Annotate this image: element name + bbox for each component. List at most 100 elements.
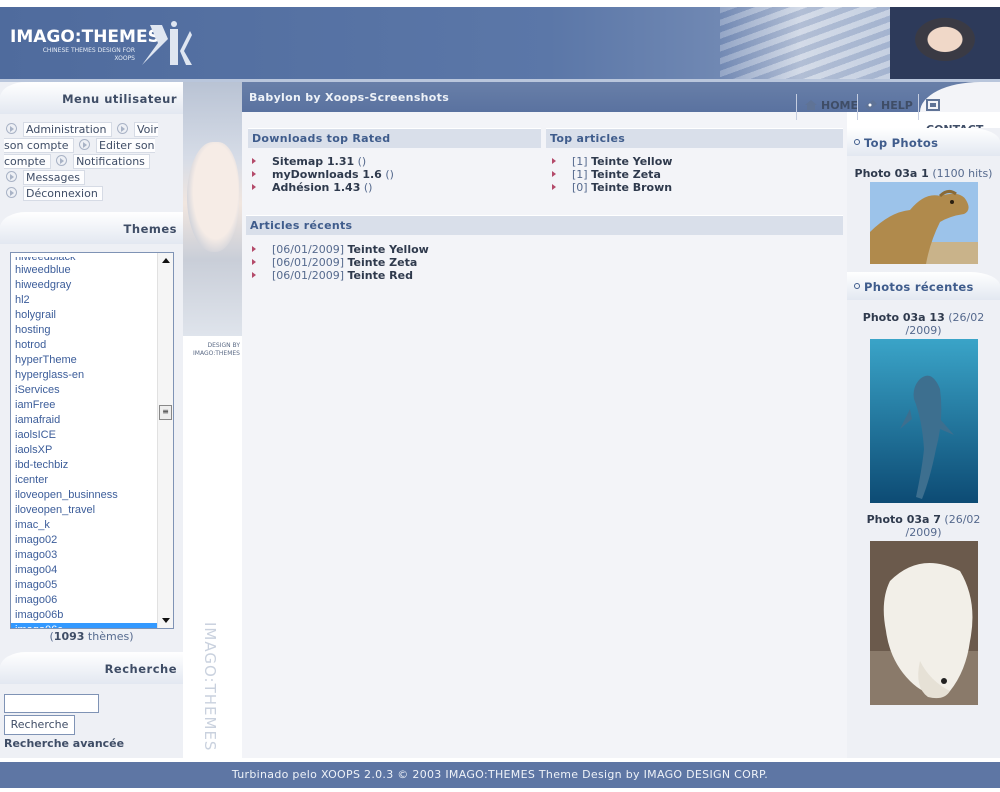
theme-option[interactable]: iamafraid — [11, 413, 158, 428]
arrow-bullet-icon — [252, 246, 256, 252]
photo-title[interactable]: Photo 03a 1 — [855, 167, 929, 180]
themes-scrollbar[interactable]: ≡ — [157, 253, 173, 628]
circle-bullet-icon — [854, 283, 860, 289]
item-title[interactable]: Teinte Yellow — [591, 155, 672, 168]
arrow-bullet-icon — [252, 171, 256, 177]
item-title[interactable]: Adhésion 1.43 — [272, 181, 360, 194]
bullet-icon — [117, 123, 128, 134]
recent-photo-caption[interactable]: Photo 03a 13 (26/02 /2009) — [847, 311, 1000, 337]
item-title[interactable]: Teinte Zeta — [347, 256, 417, 269]
search-input[interactable] — [4, 694, 99, 713]
bullet-icon — [6, 171, 17, 182]
theme-option[interactable]: imac_k — [11, 518, 158, 533]
recent-photos-header: Photos récentes — [847, 272, 1000, 300]
theme-option[interactable]: hyperglass-en — [11, 368, 158, 383]
camel-photo[interactable] — [869, 182, 978, 264]
item-meta: () — [363, 181, 373, 194]
design-by-label: DESIGN BY IMAGO:THEMES — [193, 342, 240, 357]
theme-option[interactable]: imago06b — [11, 608, 158, 623]
list-item[interactable]: [06/01/2009] Teinte Red — [252, 269, 413, 282]
recent-photo-caption[interactable]: Photo 03a 7 (26/02 /2009) — [847, 513, 1000, 539]
theme-option[interactable]: icenter — [11, 473, 158, 488]
nav-separator — [796, 94, 797, 120]
item-title[interactable]: Teinte Red — [347, 269, 412, 282]
advanced-search-link[interactable]: Recherche avancée — [4, 737, 124, 750]
list-item[interactable]: Sitemap 1.31 () — [252, 155, 366, 168]
theme-option[interactable]: hosting — [11, 323, 158, 338]
arrow-bullet-icon — [552, 184, 556, 190]
bullet-icon — [79, 139, 90, 150]
circle-bullet-icon — [854, 139, 860, 145]
item-title[interactable]: Teinte Zeta — [591, 168, 661, 181]
strip-face-image — [187, 142, 239, 252]
item-title[interactable]: Sitemap 1.31 — [272, 155, 354, 168]
main-content: Babylon by Xoops-Screenshots Downloads t… — [242, 82, 1000, 758]
menu-link-messages[interactable]: Messages — [23, 170, 85, 185]
theme-option[interactable]: imago05 — [11, 578, 158, 593]
scroll-down-icon[interactable] — [162, 618, 170, 623]
theme-option[interactable]: imago03 — [11, 548, 158, 563]
theme-option[interactable]: hiweedblue — [11, 263, 158, 278]
nav-home[interactable]: HOME — [804, 94, 858, 118]
theme-option[interactable]: hiweedgray — [11, 278, 158, 293]
theme-option[interactable]: iamFree — [11, 398, 158, 413]
list-item[interactable]: Adhésion 1.43 () — [252, 181, 372, 194]
list-item[interactable]: [1] Teinte Yellow — [552, 155, 672, 168]
theme-option[interactable]: imago02 — [11, 533, 158, 548]
item-meta: [06/01/2009] — [272, 256, 344, 269]
theme-option[interactable]: iaolsICE — [11, 428, 158, 443]
theme-option[interactable]: hotrod — [11, 338, 158, 353]
header-photo — [890, 7, 1000, 79]
photo-meta: (1100 hits) — [932, 167, 993, 180]
theme-option[interactable]: hyperTheme — [11, 353, 158, 368]
nav-contact[interactable]: CONTACT — [926, 94, 1000, 136]
brand-logo-text: IMAGO:THEMES — [10, 27, 160, 47]
search-button[interactable]: Recherche — [4, 715, 75, 735]
list-item[interactable]: [06/01/2009] Teinte Yellow — [252, 243, 429, 256]
list-item[interactable]: [06/01/2009] Teinte Zeta — [252, 256, 417, 269]
item-title[interactable]: Teinte Brown — [591, 181, 672, 194]
list-item[interactable]: [1] Teinte Zeta — [552, 168, 661, 181]
theme-option[interactable]: iaolsXP — [11, 443, 158, 458]
item-title[interactable]: myDownloads 1.6 — [272, 168, 382, 181]
theme-option[interactable]: iloveopen_travel — [11, 503, 158, 518]
themes-count: (1093 thèmes) — [49, 630, 134, 643]
strip-photo — [183, 82, 242, 336]
menu-link-notifications[interactable]: Notifications — [73, 154, 150, 169]
item-meta: () — [385, 168, 394, 181]
nav-help[interactable]: HELP — [864, 94, 913, 118]
theme-option[interactable]: holygrail — [11, 308, 158, 323]
polar-bear-photo[interactable] — [869, 541, 978, 705]
themes-select[interactable]: hiweedblack hiweedblue hiweedgray hl2 holygr… — [10, 252, 174, 629]
home-icon — [805, 100, 817, 110]
theme-option[interactable]: imago06 — [11, 593, 158, 608]
dolphin-photo[interactable] — [869, 339, 978, 503]
theme-option[interactable]: imago06c — [11, 623, 158, 628]
photo-title[interactable]: Photo 03a 13 — [863, 311, 945, 324]
theme-option[interactable]: hl2 — [11, 293, 158, 308]
item-meta: [0] — [572, 181, 588, 194]
menu-link-administration[interactable]: Administration — [23, 122, 112, 137]
scroll-thumb[interactable]: ≡ — [159, 405, 172, 420]
themes-count-value: 1093 — [53, 630, 85, 643]
nav-separator — [857, 94, 858, 120]
menu-link-deconnexion[interactable]: Déconnexion — [23, 186, 103, 201]
photo-title[interactable]: Photo 03a 7 — [867, 513, 941, 526]
user-menu-header: Menu utilisateur — [0, 82, 183, 114]
theme-option[interactable]: ibd-techbiz — [11, 458, 158, 473]
theme-option[interactable]: imago04 — [11, 563, 158, 578]
list-item[interactable]: [0] Teinte Brown — [552, 181, 672, 194]
list-item[interactable]: myDownloads 1.6 () — [252, 168, 394, 181]
item-meta: [1] — [572, 168, 588, 181]
theme-option[interactable]: iloveopen_businness — [11, 488, 158, 503]
recent-articles-title: Articles récents — [250, 219, 353, 232]
theme-option[interactable]: iServices — [11, 383, 158, 398]
bullet-icon — [56, 155, 68, 166]
top-photo-caption[interactable]: Photo 03a 1 (1100 hits) — [847, 167, 1000, 180]
item-title[interactable]: Teinte Yellow — [347, 243, 428, 256]
scroll-up-icon[interactable] — [162, 258, 170, 263]
downloads-header: Downloads top Rated — [248, 128, 541, 148]
contact-icon — [926, 99, 940, 111]
footer: Turbinado pelo XOOPS 2.0.3 © 2003 IMAGO:… — [0, 762, 1000, 788]
brand-subtitle: CHINESE THEMES DESIGN FOR XOOPS — [42, 47, 135, 62]
